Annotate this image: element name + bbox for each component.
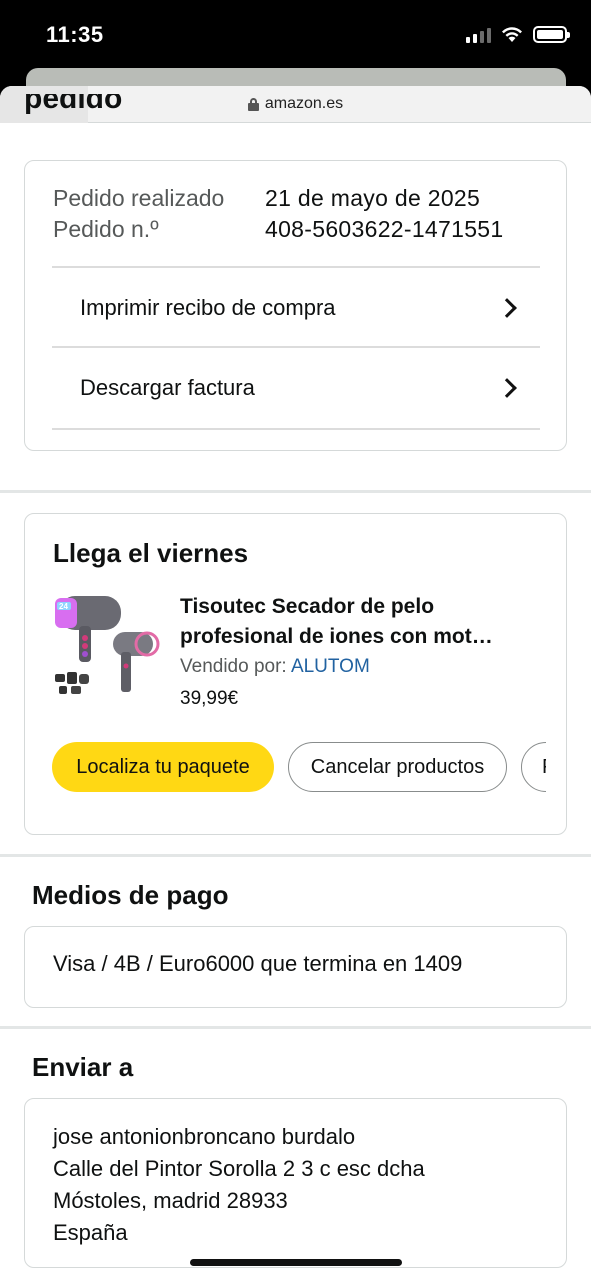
order-number-value: 408-5603622-1471551 bbox=[265, 216, 504, 242]
chevron-right-icon bbox=[497, 298, 517, 318]
url-text: amazon.es bbox=[264, 95, 344, 112]
address-line: jose antonionbroncano burdalo bbox=[53, 1124, 356, 1149]
seller-link[interactable]: ALUTOM bbox=[291, 656, 370, 677]
shipping-address-card: jose antonionbroncano burdalo Calle del … bbox=[24, 1098, 567, 1268]
shipping-section-title: Enviar a bbox=[32, 1052, 134, 1082]
shipping-address: jose antonionbroncano burdalo Calle del … bbox=[53, 1121, 425, 1249]
cellular-signal-icon bbox=[466, 27, 491, 43]
action-buttons: Localiza tu paquete Cancelar productos P bbox=[52, 742, 546, 796]
divider bbox=[52, 428, 540, 430]
order-placed-date: 21 de mayo de 2025 bbox=[265, 185, 481, 211]
seller-info: Vendido por: ALUTOM bbox=[180, 656, 370, 678]
print-receipt-link[interactable]: Imprimir recibo de compra bbox=[52, 268, 540, 348]
svg-text:24: 24 bbox=[59, 602, 68, 611]
section-separator bbox=[0, 854, 591, 857]
product-title-line1: Tisoutec Secador de pelo bbox=[180, 595, 435, 618]
payment-card-ending: que termina en 1409 bbox=[260, 951, 463, 976]
chevron-right-icon bbox=[497, 378, 517, 398]
section-separator bbox=[0, 1026, 591, 1029]
payment-section-title: Medios de pago bbox=[32, 880, 229, 910]
order-number-label: Pedido n.º bbox=[53, 216, 159, 242]
product-title-line2: profesional de iones con mot… bbox=[180, 625, 493, 648]
payment-card: Visa / 4B / Euro6000 que termina en 1409 bbox=[24, 926, 567, 1008]
home-indicator[interactable] bbox=[190, 1259, 402, 1266]
seller-label: Vendido por: bbox=[180, 656, 287, 677]
wifi-icon bbox=[502, 26, 522, 42]
print-receipt-label: Imprimir recibo de compra bbox=[80, 295, 336, 320]
download-invoice-link[interactable]: Descargar factura bbox=[52, 348, 540, 428]
cancel-items-button[interactable]: Cancelar productos bbox=[288, 742, 507, 792]
product-title[interactable]: Tisoutec Secador de pelo profesional de … bbox=[180, 592, 540, 652]
download-invoice-label: Descargar factura bbox=[80, 375, 255, 400]
more-actions-button[interactable]: P bbox=[521, 742, 546, 792]
status-bar: 11:35 bbox=[0, 0, 591, 70]
page-title-partial: pedido bbox=[24, 94, 123, 115]
payment-method-name: Visa / 4B / Euro6000 bbox=[53, 951, 255, 976]
status-time: 11:35 bbox=[46, 22, 104, 47]
address-line: Calle del Pintor Sorolla 2 3 c esc dcha bbox=[53, 1156, 425, 1181]
product-image[interactable]: 24 bbox=[51, 588, 163, 700]
payment-method: Visa / 4B / Euro6000 que termina en 1409 bbox=[53, 951, 462, 977]
status-icons bbox=[466, 26, 570, 43]
delivery-title: Llega el viernes bbox=[53, 538, 249, 568]
order-placed-label: Pedido realizado bbox=[53, 185, 225, 211]
browser-sheet: amazon.es pedido Pedido realizado 21 de … bbox=[0, 86, 591, 1280]
battery-icon bbox=[533, 26, 570, 43]
address-line: España bbox=[53, 1220, 128, 1245]
delivery-card: Llega el viernes 24 Tisoutec Secador de … bbox=[24, 513, 567, 835]
address-line: Móstoles, madrid 28933 bbox=[53, 1188, 288, 1213]
lock-icon bbox=[247, 97, 259, 111]
section-separator bbox=[0, 490, 591, 493]
product-price: 39,99€ bbox=[180, 688, 239, 709]
track-package-button[interactable]: Localiza tu paquete bbox=[52, 742, 274, 792]
order-details-card: Pedido realizado 21 de mayo de 2025 Pedi… bbox=[24, 160, 567, 451]
